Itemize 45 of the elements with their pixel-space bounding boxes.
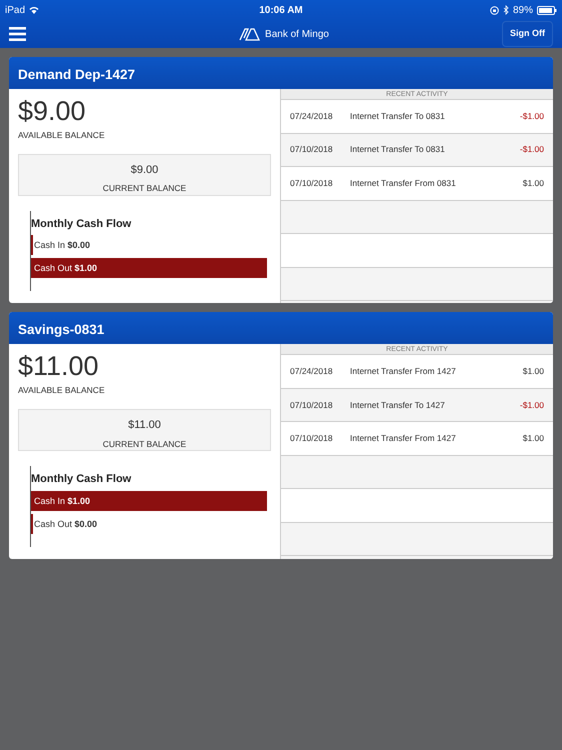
activity-description: Internet Transfer To 0831 — [350, 110, 446, 123]
activity-description: Internet Transfer From 1427 — [350, 365, 457, 378]
battery-percent: 89% — [512, 4, 533, 18]
activity-description: Internet Transfer To 0831 — [350, 143, 446, 156]
current-balance-label: CURRENT BALANCE — [102, 182, 188, 195]
available-balance: $11.00 — [18, 353, 100, 380]
available-balance-label: AVAILABLE BALANCE — [18, 384, 106, 397]
sign-off-button[interactable]: Sign Off — [502, 21, 553, 47]
activity-date: 07/10/2018 — [290, 398, 334, 412]
device-name: iPad — [5, 4, 26, 18]
available-balance: $9.00 — [18, 98, 87, 125]
activity-description: Internet Transfer From 1427 — [350, 432, 457, 445]
wifi-icon — [29, 6, 40, 14]
activity-amount: -$1.00 — [520, 110, 544, 123]
activity-date: 07/10/2018 — [290, 432, 334, 445]
activity-amount: $1.00 — [522, 365, 544, 378]
rotation-lock-icon — [490, 6, 499, 14]
current-balance: $11.00 — [127, 418, 162, 433]
account-title: Savings-0831 — [9, 312, 553, 344]
status-time: 10:06 AM — [258, 4, 304, 18]
activity-description: Internet Transfer From 0831 — [350, 176, 457, 190]
menu-icon — [9, 26, 26, 41]
bluetooth-icon — [502, 5, 509, 15]
bar-label: Cash Out $0.00 — [33, 518, 98, 530]
available-balance-label: AVAILABLE BALANCE — [18, 129, 106, 142]
bar-label: Cash Out $1.00 — [33, 262, 98, 276]
activity-date: 07/10/2018 — [290, 143, 334, 156]
chart-title: Monthly Cash Flow — [31, 472, 132, 487]
activity-amount: $1.00 — [522, 432, 544, 445]
activity-date: 07/24/2018 — [290, 110, 334, 123]
chart-title: Monthly Cash Flow — [31, 216, 132, 232]
activity-description: Internet Transfer To 1427 — [350, 398, 446, 412]
bar-label: Cash In $0.00 — [33, 239, 92, 252]
current-balance: $9.00 — [130, 162, 160, 178]
bar-label: Cash In $1.00 — [33, 494, 92, 508]
logo-icon — [239, 27, 262, 41]
current-balance-label: CURRENT BALANCE — [102, 438, 188, 450]
activity-amount: $1.00 — [522, 176, 544, 190]
account-title: Demand Dep-1427 — [9, 57, 553, 89]
activity-date: 07/24/2018 — [290, 365, 334, 378]
activity-date: 07/10/2018 — [290, 176, 334, 190]
activity-amount: -$1.00 — [520, 143, 544, 156]
bank-name: Bank of Mingo — [265, 28, 329, 42]
activity-amount: -$1.00 — [520, 398, 544, 412]
battery-icon — [537, 6, 557, 14]
